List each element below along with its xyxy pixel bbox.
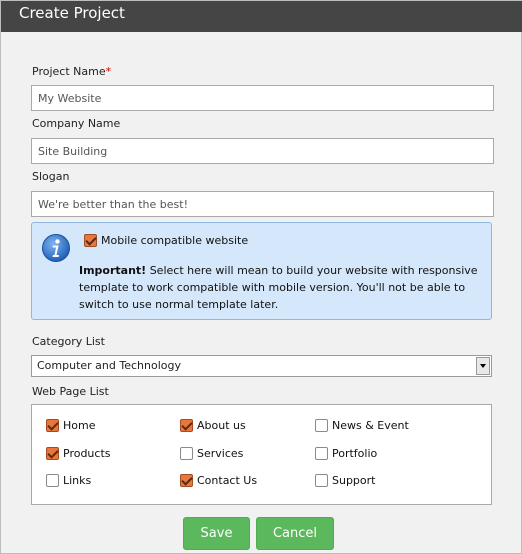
mobile-info-box: Mobile compatible website Important! Sel… (31, 222, 492, 320)
page-checkbox[interactable] (180, 474, 193, 487)
important-label: Important! (79, 264, 147, 277)
page-option-products[interactable]: Products (46, 447, 111, 460)
page-checkbox[interactable] (46, 447, 59, 460)
slogan-label: Slogan (32, 170, 70, 183)
page-option-news-event[interactable]: News & Event (315, 419, 409, 432)
project-name-label: Project Name* (32, 65, 112, 78)
category-selected-value: Computer and Technology (37, 359, 181, 372)
create-project-dialog: Create Project Project Name* Company Nam… (0, 0, 522, 554)
dropdown-arrow-button[interactable] (476, 357, 490, 375)
page-checkbox[interactable] (315, 419, 328, 432)
page-option-label: Contact Us (197, 474, 258, 487)
page-option-about-us[interactable]: About us (180, 419, 246, 432)
mobile-compatible-checkbox[interactable] (84, 234, 97, 247)
page-option-label: Home (63, 419, 96, 432)
web-page-list-label: Web Page List (32, 385, 109, 398)
dialog-title: Create Project (19, 4, 125, 22)
category-select[interactable]: Computer and Technology (31, 355, 492, 377)
page-option-label: Support (332, 474, 376, 487)
page-checkbox[interactable] (315, 447, 328, 460)
company-name-input[interactable] (31, 138, 494, 164)
dialog-titlebar[interactable]: Create Project (1, 1, 522, 32)
info-icon (42, 234, 70, 262)
page-checkbox[interactable] (46, 419, 59, 432)
page-checkbox[interactable] (46, 474, 59, 487)
page-option-label: Links (63, 474, 92, 487)
page-option-label: About us (197, 419, 246, 432)
chevron-down-icon (480, 364, 486, 368)
category-list-label: Category List (32, 335, 105, 348)
page-option-label: Portfolio (332, 447, 378, 460)
page-option-contact-us[interactable]: Contact Us (180, 474, 257, 487)
page-option-support[interactable]: Support (315, 474, 375, 487)
project-name-input[interactable] (31, 85, 494, 111)
web-page-list: Home About us News & Event Products Serv… (31, 404, 492, 505)
page-option-label: Services (197, 447, 244, 460)
slogan-input[interactable] (31, 191, 494, 217)
page-option-label: News & Event (332, 419, 409, 432)
page-checkbox[interactable] (315, 474, 328, 487)
page-checkbox[interactable] (180, 447, 193, 460)
page-option-services[interactable]: Services (180, 447, 243, 460)
required-marker: * (105, 65, 112, 78)
cancel-button[interactable]: Cancel (256, 517, 334, 550)
company-name-label: Company Name (32, 117, 121, 130)
important-note: Important! Select here will mean to buil… (79, 262, 484, 313)
mobile-compatible-label: Mobile compatible website (101, 234, 249, 247)
page-option-home[interactable]: Home (46, 419, 95, 432)
page-option-portfolio[interactable]: Portfolio (315, 447, 377, 460)
mobile-compatible-option[interactable]: Mobile compatible website (84, 234, 248, 247)
page-option-label: Products (63, 447, 111, 460)
page-checkbox[interactable] (180, 419, 193, 432)
page-option-links[interactable]: Links (46, 474, 91, 487)
save-button[interactable]: Save (183, 517, 250, 550)
